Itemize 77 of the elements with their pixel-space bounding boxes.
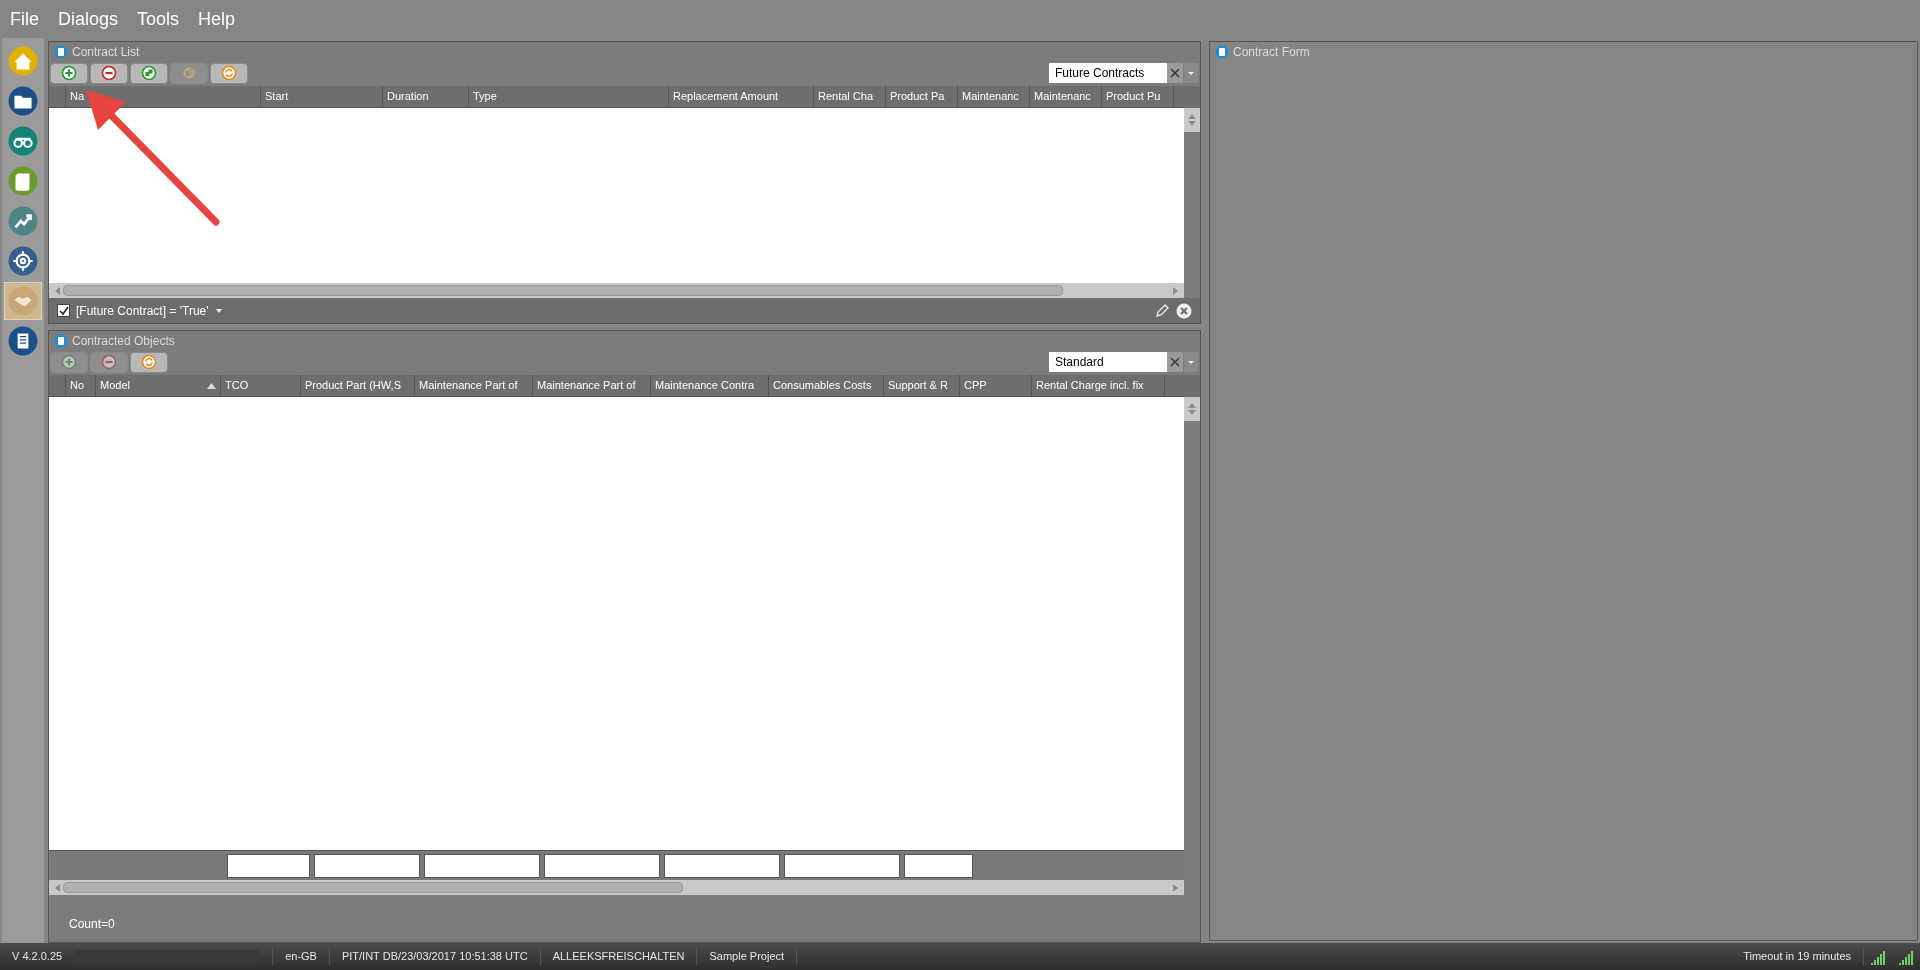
column-header[interactable]: Maintenance Contra — [651, 375, 769, 396]
toolbar-button[interactable] — [90, 62, 128, 84]
scrollbar-thumb[interactable] — [63, 882, 683, 893]
vertical-scrollbar[interactable] — [1184, 108, 1200, 132]
trend-chart-icon — [8, 206, 38, 236]
column-header[interactable]: Replacement Amount — [669, 86, 814, 107]
column-header[interactable]: Type — [469, 86, 669, 107]
folder-icon — [8, 86, 38, 116]
horizontal-scrollbar[interactable] — [49, 283, 1184, 298]
column-header[interactable]: Maintenanc — [1030, 86, 1102, 107]
document-icon — [8, 326, 38, 356]
toolbar-button[interactable] — [130, 62, 168, 84]
scroll-left-icon[interactable] — [53, 285, 61, 296]
filter-checkbox[interactable] — [57, 304, 70, 317]
column-header[interactable]: Maintenance Part of — [533, 375, 651, 396]
column-header[interactable]: Maintenanc — [958, 86, 1030, 107]
vertical-scrollbar[interactable] — [1184, 397, 1200, 421]
toolbar-button[interactable] — [50, 62, 88, 84]
panel-title: Contract Form — [1233, 44, 1310, 61]
menu-item[interactable]: Dialogs — [58, 5, 119, 33]
clear-icon[interactable] — [1167, 352, 1183, 372]
column-header[interactable]: No — [66, 375, 96, 396]
binoculars-icon — [8, 126, 38, 156]
project-label: Sample Project — [696, 948, 798, 965]
scrollbar-thumb[interactable] — [63, 285, 1063, 296]
sort-ascending-icon — [207, 382, 216, 389]
plus-icon — [61, 354, 77, 370]
plus-icon — [61, 65, 77, 81]
scroll-right-icon[interactable] — [1172, 285, 1180, 296]
minus-icon — [101, 65, 117, 81]
column-header[interactable]: Support & R — [884, 375, 960, 396]
signal-icon — [1898, 948, 1914, 965]
toolbar-button[interactable] — [210, 62, 248, 84]
column-header[interactable]: Rental Charge incl. fix — [1032, 375, 1165, 396]
column-header[interactable]: Consumables Costs — [769, 375, 884, 396]
clear-icon[interactable] — [1167, 63, 1183, 83]
timeout-label: Timeout in 19 minutes — [1731, 948, 1864, 965]
column-header[interactable]: Product Part (HW,S — [301, 375, 415, 396]
column-header[interactable]: CPP — [960, 375, 1032, 396]
column-header[interactable]: Duration — [383, 86, 469, 107]
column-header[interactable]: Product Pa — [886, 86, 958, 107]
signal-icon — [1870, 948, 1886, 965]
column-header[interactable]: Rental Cha — [814, 86, 886, 107]
view-select[interactable]: Standard — [1049, 352, 1167, 372]
menu-item[interactable]: Help — [198, 5, 236, 33]
locale-label: en-GB — [272, 948, 329, 965]
column-header[interactable]: Start — [261, 86, 383, 107]
minus-icon — [101, 354, 117, 370]
column-header[interactable]: Model — [96, 375, 221, 396]
scroll-left-icon[interactable] — [53, 882, 61, 893]
panel-title: Contracted Objects — [72, 333, 175, 350]
link-icon — [141, 65, 157, 81]
target-icon — [8, 246, 38, 276]
form-icon — [1215, 45, 1229, 59]
caret-icon[interactable] — [214, 307, 223, 314]
menu-item[interactable]: File — [10, 5, 39, 33]
scroll-right-icon[interactable] — [1172, 882, 1180, 893]
refresh-icon — [221, 65, 237, 81]
list-icon — [54, 45, 68, 59]
menu-item[interactable]: Tools — [137, 5, 180, 33]
column-header[interactable]: TCO — [221, 375, 301, 396]
pencil-icon[interactable] — [1154, 302, 1170, 319]
column-header[interactable]: Product Pu — [1102, 86, 1174, 107]
database-label: PIT/INT DB/23/03/2017 10:51:38 UTC — [328, 948, 540, 965]
filter-expression[interactable]: [Future Contract] = 'True' — [76, 301, 209, 320]
copy-icon — [181, 65, 197, 81]
home-icon — [8, 46, 38, 76]
close-icon[interactable] — [1176, 302, 1192, 319]
panel-title: Contract List — [72, 44, 140, 61]
view-select[interactable]: Future Contracts — [1049, 63, 1167, 83]
horizontal-scrollbar[interactable] — [49, 880, 1184, 895]
version-label: V 4.2.0.25 — [11, 949, 64, 965]
record-count: Count=0 — [69, 917, 115, 931]
user-label: ALLEEKSFREISCHALTEN — [539, 948, 697, 965]
toolbar-button[interactable] — [130, 351, 168, 373]
refresh-icon — [141, 354, 157, 370]
column-header[interactable]: Maintenance Part of — [415, 375, 533, 396]
